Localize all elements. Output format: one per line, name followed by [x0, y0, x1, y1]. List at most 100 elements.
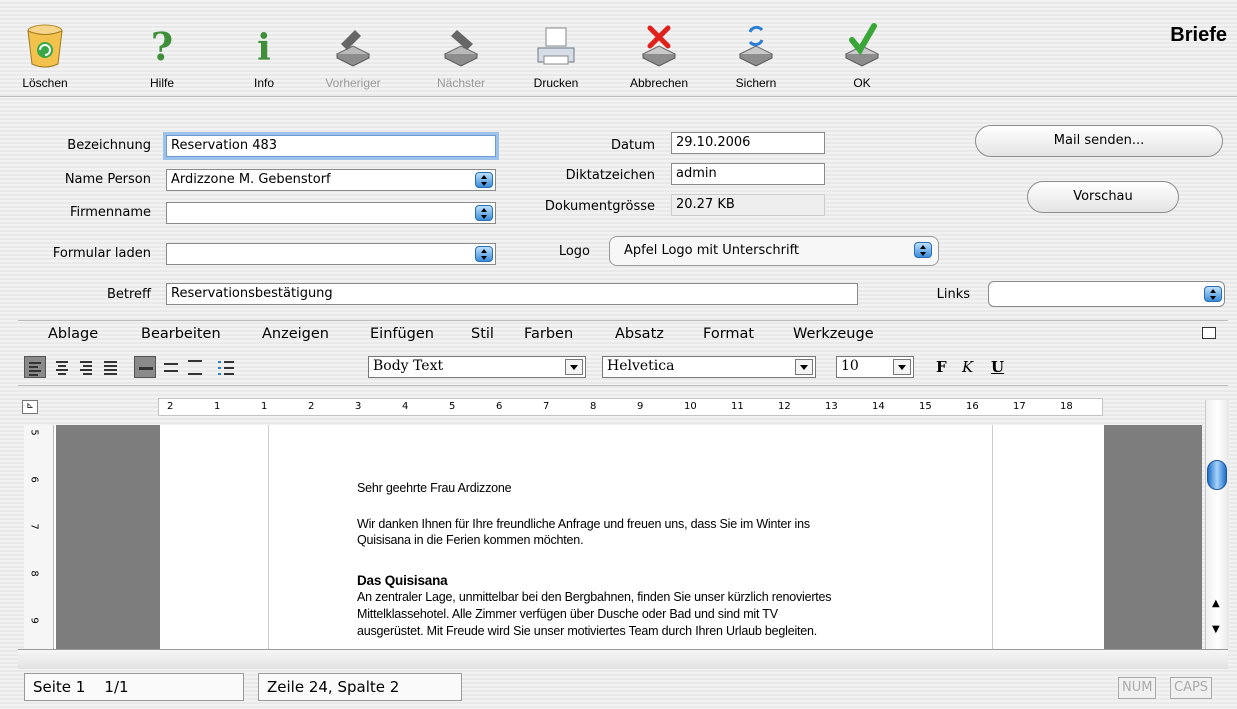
logo-value: Apfel Logo mit Unterschrift	[624, 243, 800, 258]
print-button[interactable]: Drucken	[517, 18, 595, 92]
firmenname-label: Firmenname	[69, 205, 151, 220]
info-button[interactable]: i Info	[225, 18, 303, 92]
logo-select[interactable]: Apfel Logo mit Unterschrift	[609, 236, 939, 266]
dropdown-arrow-icon[interactable]	[795, 359, 813, 375]
help-label: Hilfe	[149, 76, 174, 90]
ruler-tick-label: 12	[778, 401, 791, 412]
bezeichnung-input[interactable]: Reservation 483	[166, 135, 496, 157]
firmenname-select[interactable]	[166, 202, 496, 224]
menu-anzeigen[interactable]: Anzeigen	[262, 326, 329, 342]
menu-format[interactable]: Format	[703, 326, 754, 342]
document-page[interactable]: Sehr geehrte Frau Ardizzone Wir danken I…	[160, 425, 1104, 649]
tray-previous-icon	[335, 30, 371, 67]
popup-arrows-icon[interactable]	[475, 246, 493, 262]
mail-send-button[interactable]: Mail senden...	[975, 125, 1223, 157]
popup-arrows-icon[interactable]	[914, 242, 932, 258]
scroll-thumb[interactable]	[1207, 460, 1227, 490]
line-spacing-double-icon[interactable]	[160, 356, 182, 378]
delete-label: Löschen	[22, 76, 68, 90]
style-dropdown[interactable]: Body Text	[368, 356, 586, 378]
menu-bearbeiten[interactable]: Bearbeiten	[141, 326, 221, 342]
vertical-scrollbar[interactable]: ▲ ▼	[1205, 400, 1229, 649]
vruler-tick-label: 9	[28, 617, 40, 624]
formular-select[interactable]	[166, 243, 496, 265]
bullet-list-icon[interactable]	[216, 356, 238, 378]
save-sync-icon	[738, 25, 774, 67]
bezeichnung-label: Bezeichnung	[67, 138, 151, 153]
betreff-input[interactable]: Reservationsbestätigung	[166, 283, 858, 305]
ruler-tick-label: 15	[919, 401, 932, 412]
ruler-scale: 2 1 1 2 3 4 5 6 7 8 9 10 11 12 13 14 15 16 17 18	[158, 398, 1103, 416]
ruler-tick-label: 16	[966, 401, 979, 412]
doc-para2-line3: ausgerüstet. Mit Freude wird Sie unser m…	[357, 624, 818, 638]
doc-salutation: Sehr geehrte Frau Ardizzone	[357, 481, 512, 495]
preview-button[interactable]: Vorschau	[1027, 181, 1179, 213]
menu-stil[interactable]: Stil	[471, 326, 494, 342]
cancel-label: Abbrechen	[629, 76, 689, 90]
help-button[interactable]: ? Hilfe	[123, 18, 201, 92]
tray-next-icon	[443, 30, 479, 67]
menu-werkzeuge[interactable]: Werkzeuge	[793, 326, 874, 342]
align-left-icon[interactable]	[24, 356, 46, 378]
diktat-input[interactable]: admin	[671, 163, 825, 185]
scroll-down-icon[interactable]: ▼	[1212, 624, 1220, 635]
menu-ablage[interactable]: Ablage	[48, 326, 98, 342]
vruler-tick-label: 7	[28, 523, 40, 530]
next-label: Nächster	[436, 76, 486, 90]
dropdown-arrow-icon[interactable]	[893, 359, 911, 375]
diktat-label: Diktatzeichen	[565, 168, 655, 183]
popup-arrows-icon[interactable]	[475, 205, 493, 221]
delete-button[interactable]: Löschen	[6, 18, 84, 92]
editor-menubar: Ablage Bearbeiten Anzeigen Einfügen Stil…	[18, 320, 1228, 346]
ruler-tick-label: 2	[308, 401, 315, 412]
ok-button[interactable]: OK	[823, 18, 901, 92]
align-center-icon[interactable]	[52, 356, 74, 378]
italic-button[interactable]: K	[962, 358, 973, 376]
save-button[interactable]: Sichern	[717, 18, 795, 92]
align-justify-icon[interactable]	[100, 356, 122, 378]
ok-label: OK	[853, 76, 871, 90]
name-person-value: Ardizzone M. Gebenstorf	[171, 172, 331, 187]
previous-label: Vorheriger	[325, 76, 381, 90]
style-value: Body Text	[373, 358, 444, 374]
size-dropdown[interactable]: 10	[836, 356, 914, 378]
menu-absatz[interactable]: Absatz	[615, 326, 664, 342]
ruler-tick-label: 8	[590, 401, 597, 412]
menu-einfuegen[interactable]: Einfügen	[370, 326, 434, 342]
next-button[interactable]: Nächster	[422, 18, 500, 92]
doc-para2-line1: An zentraler Lage, unmittelbar bei den B…	[357, 590, 832, 604]
page-count: 1/1	[104, 678, 129, 696]
horizontal-scrollbar[interactable]	[18, 649, 1228, 669]
line-spacing-single-icon[interactable]	[134, 356, 156, 378]
scroll-up-icon[interactable]: ▲	[1212, 598, 1220, 609]
bold-button[interactable]: F	[936, 358, 947, 376]
links-select[interactable]	[988, 281, 1225, 307]
svg-text:?: ?	[151, 24, 173, 69]
betreff-label: Betreff	[106, 287, 151, 302]
underline-button[interactable]: U	[991, 358, 1004, 376]
format-toolbar: Body Text Helvetica 10 F K U	[18, 346, 1228, 386]
tab-type-icon[interactable]: ⊾	[22, 400, 38, 414]
align-right-icon[interactable]	[76, 356, 98, 378]
vertical-ruler-scale: 5 6 7 8 9	[28, 425, 46, 649]
name-person-select[interactable]: Ardizzone M. Gebenstorf	[166, 169, 496, 191]
page-margin-right	[1102, 425, 1202, 649]
page-indicator: Seite 1 1/1	[24, 673, 244, 701]
logo-label: Logo	[558, 244, 590, 259]
previous-button[interactable]: Vorheriger	[314, 18, 392, 92]
popup-arrows-icon[interactable]	[1204, 286, 1222, 302]
datum-input[interactable]: 29.10.2006	[671, 132, 825, 154]
popup-arrows-icon[interactable]	[475, 172, 493, 188]
window-toggle-icon[interactable]	[1202, 327, 1216, 339]
menu-farben[interactable]: Farben	[524, 326, 573, 342]
cancel-button[interactable]: Abbrechen	[620, 18, 698, 92]
font-dropdown[interactable]: Helvetica	[602, 356, 816, 378]
svg-text:i: i	[257, 27, 271, 69]
vruler-tick-label: 6	[28, 476, 40, 483]
vertical-ruler: 5 6 7 8 9	[24, 425, 54, 649]
doc-heading: Das Quisisana	[357, 573, 448, 588]
size-value: 10	[841, 358, 859, 374]
dropdown-arrow-icon[interactable]	[565, 359, 583, 375]
line-spacing-wide-icon[interactable]	[184, 356, 206, 378]
doc-para2-line2: Mittelklassehotel. Alle Zimmer verfügen …	[357, 607, 778, 621]
